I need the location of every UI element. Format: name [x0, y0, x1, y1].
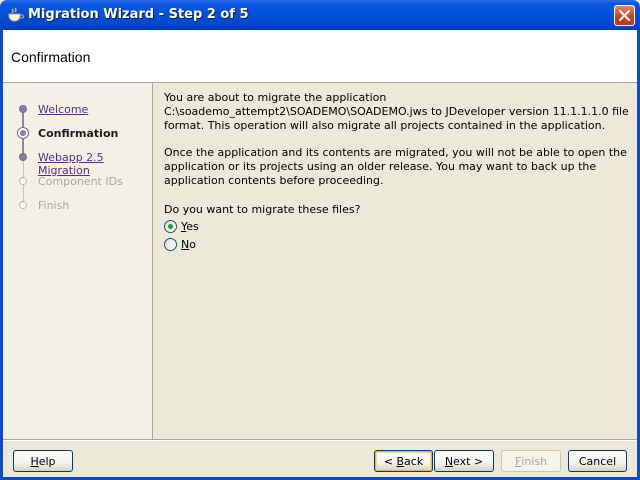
- back-button[interactable]: < Back: [374, 450, 433, 472]
- radio-yes-label: Yes: [181, 219, 199, 233]
- step-marker-finish: [19, 201, 27, 209]
- help-button[interactable]: Help: [13, 450, 73, 472]
- step-confirmation: Confirmation: [38, 127, 119, 140]
- jdeveloper-cup-icon: [8, 7, 24, 22]
- next-button[interactable]: Next >: [434, 450, 494, 472]
- page-title: Confirmation: [11, 49, 91, 65]
- button-bar-separator: [3, 439, 637, 441]
- title-bar[interactable]: Migration Wizard - Step 2 of 5: [0, 0, 640, 30]
- wizard-header: Confirmation: [3, 30, 637, 83]
- migration-description: You are about to migrate the application…: [164, 91, 629, 132]
- step-marker-welcome: [19, 105, 27, 113]
- radio-no-button[interactable]: [164, 237, 177, 251]
- step-finish: Finish: [38, 199, 70, 212]
- migration-wizard-window: Migration Wizard - Step 2 of 5 Confirmat…: [0, 0, 640, 480]
- step-welcome[interactable]: Welcome: [38, 103, 88, 116]
- close-x-icon: [618, 9, 631, 22]
- radio-yes[interactable]: Yes: [164, 218, 199, 234]
- cancel-button[interactable]: Cancel: [568, 450, 627, 472]
- step-component-ids: Component IDs: [38, 175, 123, 188]
- step-marker-webapp-migration: [19, 153, 27, 161]
- wizard-steps-panel: Welcome Confirmation Webapp 2.5 Migratio…: [3, 83, 153, 439]
- step-webapp-migration[interactable]: Webapp 2.5 Migration: [38, 151, 152, 177]
- close-button[interactable]: [614, 5, 635, 26]
- migration-warning: Once the application and its contents ar…: [164, 146, 627, 187]
- finish-button: Finish: [501, 450, 561, 472]
- radio-no[interactable]: No: [164, 236, 196, 252]
- migrate-question: Do you want to migrate these files?: [164, 203, 361, 216]
- step-marker-component-ids: [19, 177, 27, 185]
- radio-no-label: No: [181, 237, 196, 251]
- wizard-content: You are about to migrate the application…: [164, 91, 630, 201]
- radio-yes-button[interactable]: [164, 219, 177, 233]
- step-marker-confirmation: [17, 127, 29, 139]
- window-title: Migration Wizard - Step 2 of 5: [28, 7, 249, 22]
